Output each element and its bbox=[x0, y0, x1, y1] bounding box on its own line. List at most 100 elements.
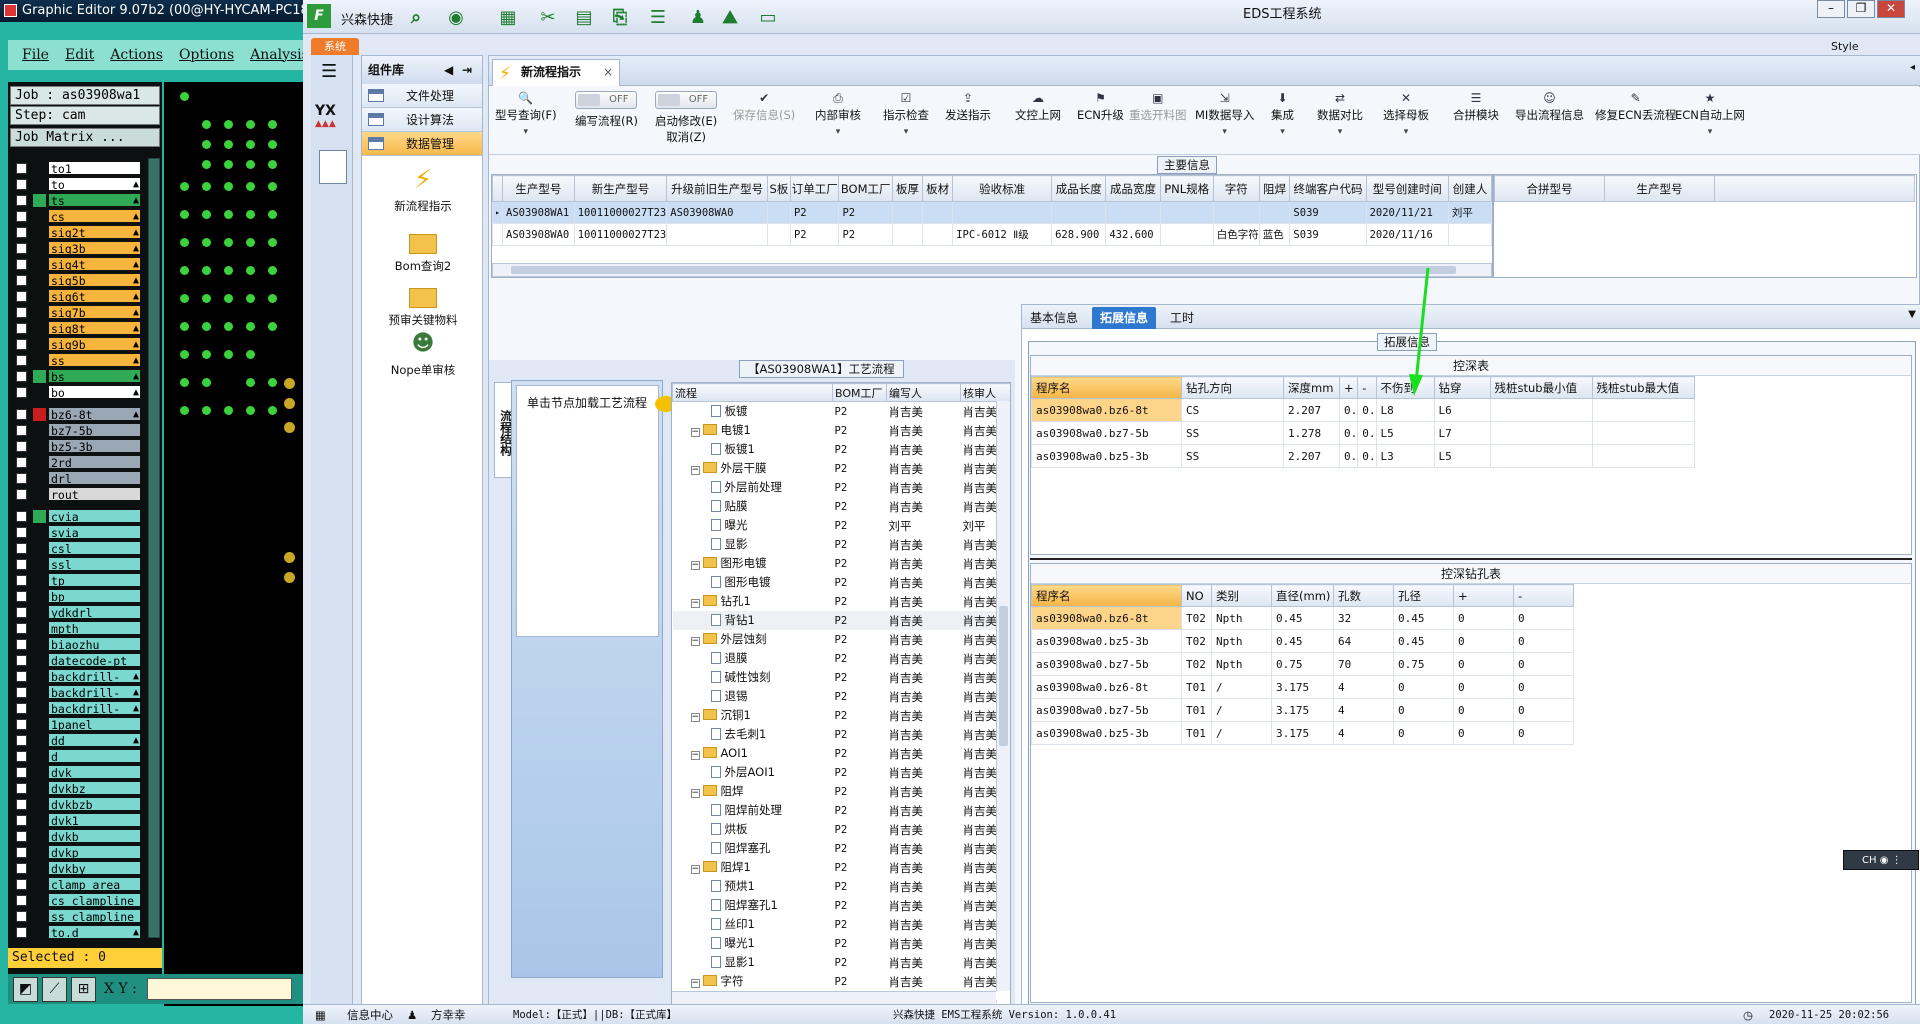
layer-row[interactable]: sig8t ▲ bbox=[10, 321, 148, 335]
layer-name[interactable]: dvkp bbox=[48, 845, 141, 859]
layer-checkbox[interactable] bbox=[16, 409, 27, 420]
collapse-icon[interactable]: − bbox=[690, 713, 700, 722]
category-file[interactable]: 文件处理 bbox=[362, 84, 482, 108]
process-row[interactable]: 图形电镀P2肖吉美肖吉美已上网 bbox=[673, 573, 1011, 592]
table-cell[interactable]: 白色字符 bbox=[1212, 223, 1260, 246]
layer-checkbox[interactable] bbox=[16, 879, 27, 890]
layer-checkbox[interactable] bbox=[16, 457, 27, 468]
layer-checkbox[interactable] bbox=[16, 911, 27, 922]
layer-name[interactable]: backdrill- ▲ bbox=[48, 685, 141, 699]
layer-checkbox[interactable] bbox=[16, 307, 27, 318]
table-cell[interactable] bbox=[1159, 223, 1214, 246]
layer-name[interactable]: bo ▲ bbox=[48, 385, 141, 399]
ribbon-btn-10[interactable]: ⇲ MI数据导入 ▾ bbox=[1195, 91, 1254, 137]
layer-name[interactable]: to.d ▲ bbox=[48, 925, 141, 939]
layer-row[interactable]: clamp_area bbox=[10, 877, 148, 891]
category-data[interactable]: 数据管理 bbox=[362, 132, 482, 156]
table-cell[interactable]: S039 bbox=[1289, 223, 1367, 246]
table-cell[interactable] bbox=[766, 223, 791, 246]
table-cell[interactable]: CS bbox=[1181, 398, 1284, 422]
table-cell[interactable]: 10011000027T23 bbox=[573, 201, 668, 224]
process-row[interactable]: −电镀1P2肖吉美肖吉美已上网 bbox=[673, 421, 1011, 440]
layer-row[interactable]: sig3b ▲ bbox=[10, 241, 148, 255]
column-header[interactable]: 孔数 bbox=[1333, 584, 1394, 607]
layer-row[interactable]: dvk1 bbox=[10, 813, 148, 827]
layer-name[interactable]: sig2t ▲ bbox=[48, 225, 141, 239]
ribbon-btn-12[interactable]: ⇄ 数据对比 ▾ bbox=[1317, 91, 1363, 137]
layer-row[interactable]: dvk bbox=[10, 765, 148, 779]
table-cell[interactable]: T02 bbox=[1181, 652, 1212, 676]
ribbon-btn-14[interactable]: ☰ 合拼模块 bbox=[1453, 91, 1499, 123]
table-cell[interactable]: 0.45 bbox=[1271, 606, 1334, 630]
table-cell[interactable]: 0. bbox=[1338, 444, 1359, 468]
process-row[interactable]: 烘板P2肖吉美肖吉美已上网 bbox=[673, 820, 1011, 839]
process-hscroll[interactable] bbox=[672, 991, 996, 1005]
process-row[interactable]: 退膜P2肖吉美肖吉美已上网 bbox=[673, 649, 1011, 668]
layer-checkbox[interactable] bbox=[16, 719, 27, 730]
column-header[interactable]: 编写人 bbox=[886, 383, 961, 402]
layer-checkbox[interactable] bbox=[16, 371, 27, 382]
layer-checkbox[interactable] bbox=[16, 591, 27, 602]
layer-name[interactable]: sig9b ▲ bbox=[48, 337, 141, 351]
column-header[interactable]: BOM工厂 bbox=[838, 175, 893, 202]
table-cell[interactable]: 0 bbox=[1453, 652, 1514, 676]
column-header[interactable]: 字符 bbox=[1212, 175, 1260, 202]
table-cell[interactable]: AS03908WA1 bbox=[502, 201, 575, 224]
layer-checkbox[interactable] bbox=[16, 895, 27, 906]
table-cell[interactable]: 0 bbox=[1513, 698, 1574, 722]
layer-row[interactable]: svia bbox=[10, 525, 148, 539]
layer-row[interactable]: bz6-8t ▲ bbox=[10, 407, 148, 421]
list-icon[interactable]: ☰ bbox=[645, 5, 671, 29]
table-cell[interactable]: 0 bbox=[1393, 675, 1454, 699]
layer-name[interactable]: bp bbox=[48, 589, 141, 603]
layer-name[interactable]: biaozhu bbox=[48, 637, 141, 651]
process-row[interactable]: −阻焊1P2肖吉美肖吉美已上网 bbox=[673, 858, 1011, 877]
column-header[interactable]: S板 bbox=[766, 175, 791, 202]
layer-row[interactable]: d bbox=[10, 749, 148, 763]
process-row[interactable]: −钻孔1P2肖吉美肖吉美已上网 bbox=[673, 592, 1011, 611]
column-header[interactable]: 不伤到 bbox=[1375, 376, 1435, 399]
layer-checkbox[interactable] bbox=[16, 815, 27, 826]
layer-checkbox[interactable] bbox=[16, 751, 27, 762]
table-row[interactable]: as03908wa0.bz5-3b T01/3.175 4 0 0 0 bbox=[1031, 721, 1574, 745]
layer-name[interactable]: drl bbox=[48, 471, 141, 485]
table-cell[interactable]: 10011000027T23 bbox=[573, 223, 668, 246]
menu-options[interactable]: Options bbox=[179, 47, 234, 63]
dropdown-arrow-icon[interactable]: ▾ bbox=[1271, 127, 1294, 137]
layer-name[interactable]: datecode-pt bbox=[48, 653, 141, 667]
collapse-icon[interactable]: − bbox=[690, 789, 700, 798]
column-header[interactable]: 阻焊 bbox=[1258, 175, 1291, 202]
table-row[interactable]: as03908wa0.bz5-3b SS 2.207 0. 0. L3 L5 bbox=[1031, 444, 1695, 468]
dropdown-arrow-icon[interactable]: ▾ bbox=[1195, 127, 1254, 137]
ribbon-btn-6[interactable]: ⇪ 发送指示 bbox=[945, 91, 991, 123]
table-row[interactable]: as03908wa0.bz7-5b T01/3.175 4 0 0 0 bbox=[1031, 698, 1574, 722]
layer-name[interactable]: backdrill- ▲ bbox=[48, 669, 141, 683]
layer-row[interactable]: dvkbzb bbox=[10, 797, 148, 811]
layer-row[interactable]: ssl bbox=[10, 557, 148, 571]
layer-row[interactable]: ts ▲ bbox=[10, 193, 148, 207]
table-icon[interactable]: ▦ bbox=[495, 5, 521, 29]
ribbon-btn-16[interactable]: ✎ 修复ECN丢流程 bbox=[1595, 91, 1676, 123]
layer-name[interactable]: dvkbzb bbox=[48, 797, 141, 811]
table-cell[interactable]: S039 bbox=[1289, 201, 1367, 224]
table-cell[interactable]: 0. bbox=[1357, 398, 1377, 422]
table-cell[interactable]: 32 bbox=[1333, 606, 1394, 630]
layer-checkbox[interactable] bbox=[16, 291, 27, 302]
table-cell[interactable]: as03908wa0.bz7-5b bbox=[1031, 698, 1182, 722]
layer-name[interactable]: d bbox=[48, 749, 141, 763]
table-cell[interactable]: as03908wa0.bz6-8t bbox=[1031, 675, 1182, 699]
layer-row[interactable]: sig7b ▲ bbox=[10, 305, 148, 319]
column-header[interactable]: 成品宽度 bbox=[1105, 175, 1161, 202]
table-cell[interactable]: Npth bbox=[1211, 629, 1272, 653]
info-center[interactable]: 信息中心 bbox=[347, 1005, 393, 1025]
layer-name[interactable]: rout bbox=[48, 487, 141, 501]
tab-scroll-icon[interactable]: ◂ bbox=[1910, 62, 1915, 73]
table-cell[interactable] bbox=[1447, 223, 1492, 246]
process-row[interactable]: 外层前处理P2肖吉美肖吉美已上网 bbox=[673, 478, 1011, 497]
layer-name[interactable]: csl bbox=[48, 541, 141, 555]
dropdown-arrow-icon[interactable]: ▾ bbox=[1317, 127, 1363, 137]
tab-new-process[interactable]: ⚡ 新流程指示 × bbox=[492, 59, 620, 86]
table-cell[interactable]: 4 bbox=[1333, 698, 1394, 722]
chart-icon[interactable]: ⛰ bbox=[717, 5, 743, 29]
process-row[interactable]: −阻焊P2肖吉美肖吉美已上网 bbox=[673, 782, 1011, 801]
